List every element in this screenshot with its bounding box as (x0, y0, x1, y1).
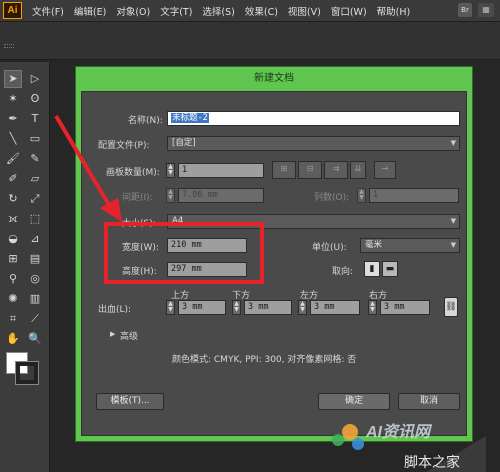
columns-field[interactable]: 1 (369, 188, 459, 203)
direct-selection-icon[interactable]: ▷ (26, 70, 44, 88)
arrange-documents-button[interactable]: ▦ (478, 3, 494, 17)
columns-label: 列数(O): (314, 193, 350, 203)
artboard-icon[interactable]: ⌗ (4, 310, 22, 328)
menu-item[interactable]: 编辑(E) (74, 4, 106, 18)
menu-item[interactable]: 视图(V) (288, 4, 321, 18)
spacing-stepper[interactable]: ▲ ▼ (166, 188, 175, 203)
menu-item[interactable]: 窗口(W) (331, 4, 367, 18)
units-label: 单位(U): (312, 243, 347, 253)
bleed-label: 出血(L): (98, 305, 132, 315)
stroke-swatch[interactable] (15, 361, 39, 385)
control-bar (0, 22, 500, 60)
paintbrush-icon[interactable]: 🖌 (4, 150, 22, 168)
gradient-icon[interactable]: ▤ (26, 250, 44, 268)
bleed-bottom-stepper[interactable]: ▲ ▼ (232, 300, 241, 315)
menu-item[interactable]: 效果(C) (245, 4, 278, 18)
scale-icon[interactable]: ⤢ (26, 190, 44, 208)
symbol-sprayer-icon[interactable]: ✺ (4, 290, 22, 308)
profile-value: [自定] (172, 138, 196, 148)
orientation-label: 取向: (332, 267, 354, 277)
name-label: 名称(N): (128, 116, 163, 126)
artboards-field[interactable]: 1 (178, 163, 264, 178)
chevron-down-icon: ▼ (450, 241, 456, 249)
dialog-title[interactable]: 新建文档 (76, 67, 472, 91)
grid-by-column-icon[interactable]: ⊟ (298, 161, 322, 179)
blob-brush-icon[interactable]: ✐ (4, 170, 22, 188)
bleed-right-stepper[interactable]: ▲ ▼ (368, 300, 377, 315)
slice-icon[interactable]: ⟋ (26, 310, 44, 328)
document-info-text: 颜色模式: CMYK, PPI: 300, 对齐像素网格: 否 (172, 355, 357, 365)
watermark-site: 脚本之家 (404, 455, 460, 471)
portrait-icon[interactable]: ▮ (364, 261, 380, 277)
chevron-down-icon: ▼ (450, 139, 456, 147)
bleed-top-field[interactable]: 3 mm (178, 300, 226, 315)
hand-icon[interactable]: ✋ (4, 330, 22, 348)
advanced-toggle[interactable]: 高级 (120, 329, 138, 342)
bleed-bottom-field[interactable]: 3 mm (244, 300, 292, 315)
width-icon[interactable]: ⟗ (4, 210, 22, 228)
spacing-field[interactable]: 7.06 mm (178, 188, 264, 203)
arrange-by-row-icon[interactable]: ⇉ (324, 161, 348, 179)
menu-item[interactable]: 文字(T) (160, 4, 192, 18)
profile-select[interactable]: [自定] ▼ (167, 136, 460, 151)
bleed-right-field[interactable]: 3 mm (380, 300, 430, 315)
app-logo: Ai (3, 2, 22, 19)
chevron-down-icon: ▼ (450, 217, 456, 225)
columns-stepper[interactable]: ▲ ▼ (357, 188, 366, 203)
width-height-highlight (104, 222, 264, 284)
mesh-icon[interactable]: ⊞ (4, 250, 22, 268)
lasso-icon[interactable]: ʘ (26, 90, 44, 108)
menu-bar: Ai 文件(F) 编辑(E) 对象(O) 文字(T) 选择(S) 效果(C) 视图(V) 窗口… (0, 0, 500, 22)
grid-by-row-icon[interactable]: ⊞ (272, 161, 296, 179)
eyedropper-icon[interactable]: ⚲ (4, 270, 22, 288)
link-icon[interactable]: ⛓ (444, 297, 458, 317)
name-value: 未标题-2 (171, 113, 209, 123)
layout-direction-icon[interactable]: → (374, 161, 396, 179)
line-icon[interactable]: ╲ (4, 130, 22, 148)
fill-stroke-swatches[interactable] (6, 352, 40, 386)
blend-icon[interactable]: ◎ (26, 270, 44, 288)
menu-items: 文件(F) 编辑(E) 对象(O) 文字(T) 选择(S) 效果(C) 视图(V) 窗口(W)… (32, 0, 420, 22)
menu-item[interactable]: 帮助(H) (377, 4, 411, 18)
bleed-left-stepper[interactable]: ▲ ▼ (298, 300, 307, 315)
eraser-icon[interactable]: ▱ (26, 170, 44, 188)
shape-builder-icon[interactable]: ◒ (4, 230, 22, 248)
menu-item[interactable]: 选择(S) (202, 4, 234, 18)
column-graph-icon[interactable]: ▥ (26, 290, 44, 308)
bridge-button[interactable]: Br (458, 3, 472, 17)
free-transform-icon[interactable]: ⬚ (26, 210, 44, 228)
units-select[interactable]: 毫米 ▼ (360, 238, 460, 253)
rectangle-icon[interactable]: ▭ (26, 130, 44, 148)
artboards-stepper[interactable]: ▲ ▼ (166, 163, 175, 178)
expand-arrow-icon[interactable]: ▶ (110, 330, 115, 338)
annotation-arrow (54, 114, 122, 222)
templates-button[interactable]: 模板(T)... (96, 393, 164, 410)
menu-item[interactable]: 对象(O) (116, 4, 150, 18)
bleed-top-stepper[interactable]: ▲ ▼ (166, 300, 175, 315)
panel-grip[interactable] (4, 44, 14, 48)
menu-item[interactable]: 文件(F) (32, 4, 64, 18)
name-field[interactable]: 未标题-2 (167, 111, 460, 126)
bleed-left-field[interactable]: 3 mm (310, 300, 360, 315)
type-icon[interactable]: T (26, 110, 44, 128)
perspective-icon[interactable]: ⊿ (26, 230, 44, 248)
pen-icon[interactable]: ✒ (4, 110, 22, 128)
zoom-icon[interactable]: 🔍 (26, 330, 44, 348)
selection-arrow-icon[interactable]: ➤ (4, 70, 22, 88)
watermark-brand: AI资讯网 (366, 424, 431, 441)
pencil-icon[interactable]: ✎ (26, 150, 44, 168)
units-value: 毫米 (365, 240, 383, 250)
magic-wand-icon[interactable]: ✶ (4, 90, 22, 108)
arrange-by-column-icon[interactable]: ⇊ (350, 161, 366, 179)
tools-panel: ➤ ▷ ✶ ʘ ✒ T ╲ ▭ 🖌 ✎ ✐ ▱ ↻ ⤢ ⟗ ⬚ ◒ ⊿ ⊞ ▤ ⚲ ◎ ✺ ▥ ⌗ ⟋ ✋ 🔍 (0, 62, 50, 472)
rotate-icon[interactable]: ↻ (4, 190, 22, 208)
landscape-icon[interactable]: ▬ (382, 261, 398, 277)
